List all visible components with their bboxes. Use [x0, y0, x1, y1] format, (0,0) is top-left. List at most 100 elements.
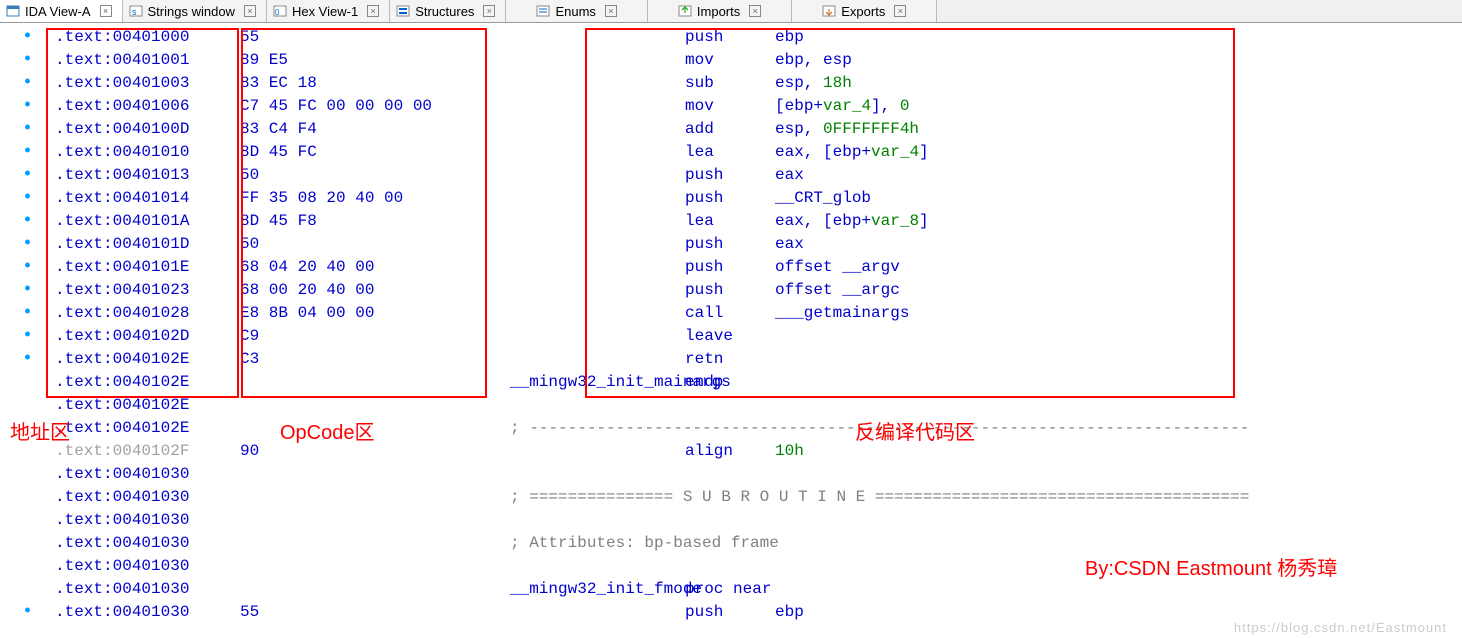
- code-line[interactable]: •.text:0040101D50pusheax: [0, 233, 1462, 256]
- breakpoint-gutter[interactable]: •: [0, 348, 55, 371]
- breakpoint-gutter[interactable]: •: [0, 233, 55, 256]
- operands: ___getmainargs: [775, 302, 1462, 325]
- strings-icon: s: [129, 4, 143, 18]
- breakpoint-gutter[interactable]: [0, 578, 55, 601]
- operands: __CRT_glob: [775, 187, 1462, 210]
- close-icon[interactable]: ×: [605, 5, 617, 17]
- tab-exports[interactable]: Exports ×: [792, 0, 937, 22]
- tab-hex-view-1[interactable]: 0Hex View-1×: [267, 0, 390, 22]
- code-line[interactable]: •.text:0040100383 EC 18subesp, 18h: [0, 72, 1462, 95]
- breakpoint-gutter[interactable]: •: [0, 256, 55, 279]
- code-line[interactable]: •.text:00401006C7 45 FC 00 00 00 00mov[e…: [0, 95, 1462, 118]
- tab-imports[interactable]: Imports×: [648, 0, 792, 22]
- operands: eax, [ebp+var_8]: [775, 210, 1462, 233]
- breakpoint-gutter[interactable]: [0, 486, 55, 509]
- breakpoint-gutter[interactable]: •: [0, 95, 55, 118]
- exports-icon: [822, 4, 836, 18]
- code-line[interactable]: •.text:0040101E68 04 20 40 00pushoffset …: [0, 256, 1462, 279]
- code-line[interactable]: •.text:00401028E8 8B 04 00 00call___getm…: [0, 302, 1462, 325]
- breakpoint-gutter[interactable]: [0, 394, 55, 417]
- opcode-bytes: C3: [240, 348, 510, 371]
- code-line[interactable]: •.text:0040101350pusheax: [0, 164, 1462, 187]
- breakpoint-gutter[interactable]: •: [0, 601, 55, 624]
- code-line[interactable]: •.text:0040101A8D 45 F8leaeax, [ebp+var_…: [0, 210, 1462, 233]
- tab-label: Strings window: [148, 4, 235, 19]
- mnemonic: [685, 394, 775, 417]
- address: .text:00401000: [55, 26, 240, 49]
- tab-ida-view-a[interactable]: IDA View-A ×: [0, 0, 123, 22]
- opcode-bytes: 8D 45 F8: [240, 210, 510, 233]
- breakpoint-gutter[interactable]: •: [0, 279, 55, 302]
- opcode-bytes: [240, 463, 510, 486]
- code-line[interactable]: .text:0040102E; ------------------------…: [0, 417, 1462, 440]
- breakpoint-gutter[interactable]: •: [0, 164, 55, 187]
- breakpoint-gutter[interactable]: •: [0, 210, 55, 233]
- opcode-bytes: E8 8B 04 00 00: [240, 302, 510, 325]
- mnemonic: push: [685, 256, 775, 279]
- code-line[interactable]: .text:00401030; =============== S U B R …: [0, 486, 1462, 509]
- breakpoint-gutter[interactable]: [0, 463, 55, 486]
- close-icon[interactable]: ×: [749, 5, 761, 17]
- address: .text:0040101A: [55, 210, 240, 233]
- breakpoint-gutter[interactable]: •: [0, 72, 55, 95]
- breakpoint-gutter[interactable]: [0, 371, 55, 394]
- code-line[interactable]: •.text:0040102368 00 20 40 00pushoffset …: [0, 279, 1462, 302]
- opcode-bytes: 50: [240, 233, 510, 256]
- opcode-bytes: 89 E5: [240, 49, 510, 72]
- breakpoint-gutter[interactable]: •: [0, 26, 55, 49]
- tab-structures[interactable]: Structures×: [390, 0, 506, 22]
- address: .text:0040101E: [55, 256, 240, 279]
- tab-label: Enums: [555, 4, 595, 19]
- code-line[interactable]: .text:0040102F90align10h: [0, 440, 1462, 463]
- code-line[interactable]: •.text:0040102EC3retn: [0, 348, 1462, 371]
- opcode-bytes: C9: [240, 325, 510, 348]
- breakpoint-gutter[interactable]: [0, 509, 55, 532]
- tab-enums[interactable]: Enums ×: [506, 0, 647, 22]
- svg-text:s: s: [132, 7, 137, 17]
- address: .text:0040102E: [55, 348, 240, 371]
- breakpoint-gutter[interactable]: [0, 555, 55, 578]
- separator-comment: ; Attributes: bp-based frame: [510, 532, 779, 555]
- label-opcode: OpCode区: [280, 416, 375, 445]
- disassembly-view[interactable]: •.text:0040100055pushebp; ___gnu_compile…: [0, 23, 1462, 624]
- breakpoint-gutter[interactable]: •: [0, 325, 55, 348]
- code-line[interactable]: .text:0040102E__mingw32_init_mainargs en…: [0, 371, 1462, 394]
- code-line[interactable]: .text:0040102E: [0, 394, 1462, 417]
- close-icon[interactable]: ×: [367, 5, 379, 17]
- code-line[interactable]: •.text:004010108D 45 FCleaeax, [ebp+var_…: [0, 141, 1462, 164]
- address: .text:00401010: [55, 141, 240, 164]
- breakpoint-gutter[interactable]: •: [0, 187, 55, 210]
- code-line[interactable]: •.text:0040100D83 C4 F4addesp, 0FFFFFFF4…: [0, 118, 1462, 141]
- code-line[interactable]: •.text:0040100055pushebp; ___gnu_compile…: [0, 26, 1462, 49]
- code-line[interactable]: •.text:00401014FF 35 08 20 40 00push__CR…: [0, 187, 1462, 210]
- breakpoint-gutter[interactable]: [0, 532, 55, 555]
- operands: ebp, esp: [775, 49, 1462, 72]
- svg-text:0: 0: [275, 8, 280, 17]
- code-line[interactable]: .text:00401030: [0, 509, 1462, 532]
- breakpoint-gutter[interactable]: •: [0, 141, 55, 164]
- breakpoint-gutter[interactable]: •: [0, 302, 55, 325]
- code-line[interactable]: •.text:0040100189 E5movebp, esp: [0, 49, 1462, 72]
- code-line[interactable]: •.text:0040102DC9leave: [0, 325, 1462, 348]
- operands: [775, 463, 1462, 486]
- operands: [775, 325, 1462, 348]
- mnemonic: [685, 463, 775, 486]
- breakpoint-gutter[interactable]: •: [0, 49, 55, 72]
- address: .text:0040101D: [55, 233, 240, 256]
- operands: [775, 371, 1462, 394]
- mnemonic: push: [685, 164, 775, 187]
- opcode-bytes: 50: [240, 164, 510, 187]
- close-icon[interactable]: ×: [483, 5, 495, 17]
- close-icon[interactable]: ×: [894, 5, 906, 17]
- watermark: https://blog.csdn.net/Eastmount: [1234, 620, 1447, 635]
- operands: [775, 509, 1462, 532]
- tab-label: IDA View-A: [25, 4, 91, 19]
- breakpoint-gutter[interactable]: •: [0, 118, 55, 141]
- close-icon[interactable]: ×: [100, 5, 112, 17]
- tab-strings-window[interactable]: s Strings window ×: [123, 0, 267, 22]
- code-line[interactable]: .text:00401030__mingw32_init_fmode proc …: [0, 578, 1462, 601]
- mnemonic: push: [685, 26, 775, 49]
- code-line[interactable]: .text:00401030: [0, 463, 1462, 486]
- close-icon[interactable]: ×: [244, 5, 256, 17]
- tab-label: Exports: [841, 4, 885, 19]
